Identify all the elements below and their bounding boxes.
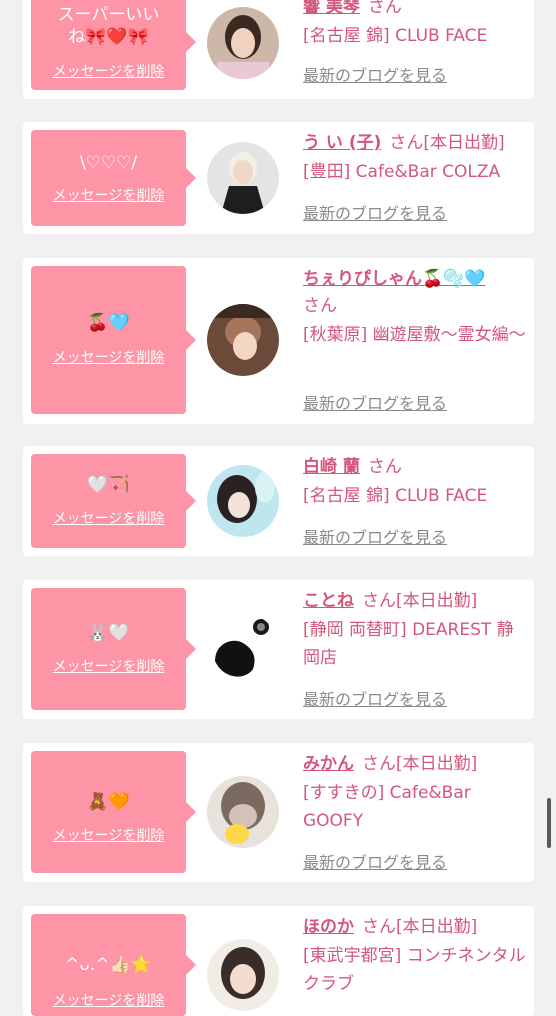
girl-name-link[interactable]: みかん (303, 754, 354, 774)
shop-name: [秋葉原] 幽遊屋敷～霊女編～ (303, 325, 526, 345)
delete-message-link[interactable]: メッセージを削除 (31, 510, 186, 528)
shop-name: [東武宇都宮] コンチネンタルクラブ (303, 946, 526, 994)
message-bubble: スーパーいいね🎀❤️🎀 メッセージを削除 (31, 0, 196, 90)
latest-blog-link[interactable]: 最新のブログを見る (303, 849, 447, 873)
message-card: 🐰🤍 メッセージを削除 ことね さん[本日出勤] [静岡 両替町] DEAREST… (23, 580, 534, 719)
message-text: 🐰🤍 (87, 623, 130, 643)
girl-info: ほのか さん[本日出勤] [東武宇都宮] コンチネンタルクラブ (303, 914, 528, 998)
delete-message-link[interactable]: メッセージを削除 (31, 349, 186, 367)
delete-message-link[interactable]: メッセージを削除 (31, 63, 186, 81)
message-text: スーパーいいね🎀❤️🎀 (57, 5, 160, 47)
shop-name: [豊田] Cafe&Bar COLZA (303, 162, 501, 182)
message-card: 🧸🧡 メッセージを削除 みかん さん[本日出勤] [すすきの] Cafe&Bar … (23, 743, 534, 882)
suffix: さん[本日出勤] (362, 591, 478, 611)
shop-name: [すすきの] Cafe&Bar GOOFY (303, 783, 471, 831)
avatar[interactable] (207, 776, 279, 848)
message-list: スーパーいいね🎀❤️🎀 メッセージを削除 響 美琴 さん [名古屋 錦] CLUB… (0, 0, 556, 1016)
message-card: 🍒🩵 メッセージを削除 ちぇりぴしゃん🍒🫧🩵 さん [秋葉原] 幽遊屋敷～霊女編… (23, 258, 534, 424)
girl-info: みかん さん[本日出勤] [すすきの] Cafe&Bar GOOFY 最新のブログ… (303, 751, 528, 872)
message-bubble: 🤍🏹 メッセージを削除 (31, 454, 196, 548)
message-bubble: 🧸🧡 メッセージを削除 (31, 751, 196, 873)
delete-message-link[interactable]: メッセージを削除 (31, 992, 186, 1010)
latest-blog-link[interactable]: 最新のブログを見る (303, 62, 447, 86)
message-card: スーパーいいね🎀❤️🎀 メッセージを削除 響 美琴 さん [名古屋 錦] CLUB… (23, 0, 534, 99)
girl-name-link[interactable]: ことね (303, 591, 354, 611)
shop-name: [名古屋 錦] CLUB FACE (303, 26, 488, 46)
avatar[interactable] (207, 613, 279, 685)
message-text: \♡♡♡/ (79, 153, 138, 173)
girl-name-link[interactable]: ほのか (303, 917, 354, 937)
delete-message-link[interactable]: メッセージを削除 (31, 658, 186, 676)
message-card: 🤍🏹 メッセージを削除 白崎 蘭さん [名古屋 錦] CLUB FACE 最新の… (23, 446, 534, 556)
girl-name-link[interactable]: 響 美琴 (303, 0, 360, 17)
girl-info: 響 美琴 さん [名古屋 錦] CLUB FACE 最新のブログを見る (303, 0, 528, 85)
girl-info: 白崎 蘭さん [名古屋 錦] CLUB FACE 最新のブログを見る (303, 454, 528, 547)
shop-name: [静岡 両替町] DEAREST 静岡店 (303, 620, 514, 668)
message-card: \♡♡♡/ メッセージを削除 う い (子) さん[本日出勤] [豊田] Cafe… (23, 122, 534, 234)
avatar[interactable] (207, 939, 279, 1011)
suffix: さん[本日出勤] (389, 133, 505, 153)
shop-name: [名古屋 錦] CLUB FACE (303, 486, 488, 506)
latest-blog-link[interactable]: 最新のブログを見る (303, 686, 447, 710)
message-bubble: \♡♡♡/ メッセージを削除 (31, 130, 196, 226)
suffix: さん (303, 296, 337, 316)
message-bubble: 🐰🤍 メッセージを削除 (31, 588, 196, 710)
avatar[interactable] (207, 304, 279, 376)
message-bubble: ^ᴗ.^👍🏻⭐️ メッセージを削除 (31, 914, 196, 1016)
avatar[interactable] (207, 7, 279, 79)
avatar[interactable] (207, 465, 279, 537)
message-card: ^ᴗ.^👍🏻⭐️ メッセージを削除 ほのか さん[本日出勤] [東武宇都宮] コン… (23, 906, 534, 1016)
suffix: さん (367, 457, 402, 477)
avatar[interactable] (207, 142, 279, 214)
latest-blog-link[interactable]: 最新のブログを見る (303, 200, 447, 224)
message-bubble: 🍒🩵 メッセージを削除 (31, 266, 196, 414)
latest-blog-link[interactable]: 最新のブログを見る (303, 524, 447, 548)
message-text: 🧸🧡 (87, 792, 130, 812)
delete-message-link[interactable]: メッセージを削除 (31, 827, 186, 845)
suffix: さん (367, 0, 402, 17)
delete-message-link[interactable]: メッセージを削除 (31, 187, 186, 205)
suffix: さん[本日出勤] (362, 917, 478, 937)
suffix: さん[本日出勤] (362, 754, 478, 774)
girl-name-link[interactable]: 白崎 蘭 (303, 457, 360, 477)
message-text: 🤍🏹 (87, 475, 130, 495)
girl-name-link[interactable]: ちぇりぴしゃん🍒🫧🩵 (303, 269, 486, 289)
scrollbar-thumb[interactable] (547, 798, 551, 848)
message-text: 🍒🩵 (87, 313, 130, 333)
girl-info: ちぇりぴしゃん🍒🫧🩵 さん [秋葉原] 幽遊屋敷～霊女編～ 最新のブログを見る (303, 266, 528, 413)
girl-info: う い (子) さん[本日出勤] [豊田] Cafe&Bar COLZA 最新のブ… (303, 130, 528, 223)
girl-info: ことね さん[本日出勤] [静岡 両替町] DEAREST 静岡店 最新のブログを… (303, 588, 528, 709)
message-text: ^ᴗ.^👍🏻⭐️ (65, 955, 152, 975)
girl-name-link[interactable]: う い (子) (303, 133, 381, 153)
latest-blog-link[interactable]: 最新のブログを見る (303, 390, 447, 414)
